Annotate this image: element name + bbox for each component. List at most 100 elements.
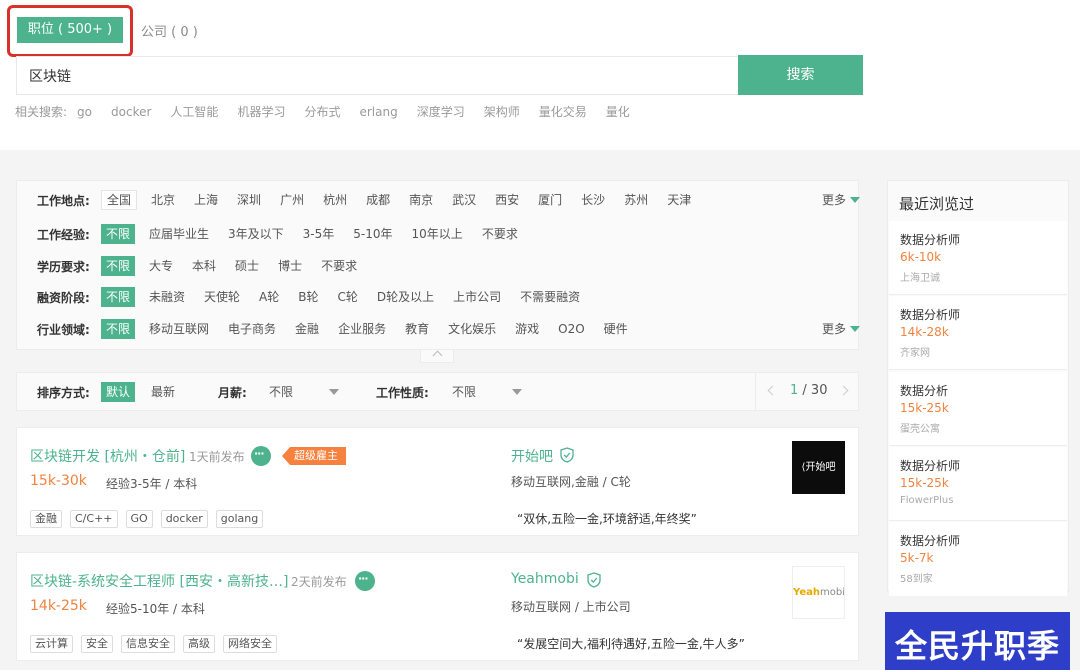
job-nature-select[interactable]: 不限 [452,382,522,402]
company-name[interactable]: Yeahmobi [511,571,579,587]
filter-option-selected[interactable]: 不限 [101,224,136,244]
salary-select[interactable]: 不限 [269,382,339,402]
related-link[interactable]: 量化交易 [539,105,587,119]
filter-option[interactable]: 本科 [187,256,221,276]
filter-option[interactable]: 深圳 [232,190,266,210]
related-link[interactable]: 架构师 [484,105,520,119]
filter-option[interactable]: 全国 [101,190,138,210]
search-input[interactable] [16,56,738,95]
more-button[interactable]: 更多 [822,190,861,210]
job-nature-label: 工作性质: [376,386,429,400]
recent-item[interactable]: 数据分析 15k-25k 蛋壳公寓 [889,372,1067,446]
filter-option[interactable]: 不要求 [477,224,523,244]
job-title[interactable]: 区块链-系统安全工程师 [西安・高新技…] [30,571,288,591]
company-name[interactable]: 开始吧 [511,446,553,466]
filter-option[interactable]: 大专 [144,256,178,276]
job-card[interactable]: 区块链开发 [杭州・仓前] 1天前发布 超级雇主 15k-30k 经验3-5年 … [16,427,859,536]
filter-option[interactable]: 硬件 [599,319,633,339]
tab-jobs[interactable]: 职位 ( 500+ ) [17,17,123,43]
company-logo[interactable]: Yeahmobi [792,566,845,619]
filter-option[interactable]: 厦门 [533,190,567,210]
filter-option[interactable]: 10年以上 [407,224,468,244]
filter-option[interactable]: 博士 [273,256,307,276]
company-logo[interactable]: ⟨开始吧 [792,441,845,494]
related-link[interactable]: 分布式 [304,105,340,119]
filter-option[interactable]: 应届毕业生 [144,224,214,244]
triangle-down-icon [850,326,861,332]
filter-option[interactable]: D轮及以上 [372,287,439,307]
filter-option[interactable]: 天使轮 [199,287,245,307]
filter-option[interactable]: 5-10年 [348,224,397,244]
related-link[interactable]: 机器学习 [237,105,285,119]
job-post-time: 1天前发布 [189,450,245,464]
related-link[interactable]: docker [111,105,151,119]
filter-option[interactable]: 不需要融资 [515,287,585,307]
chat-icon[interactable] [251,446,271,466]
filter-option-selected[interactable]: 不限 [101,287,136,307]
filter-option[interactable]: 苏州 [619,190,653,210]
filter-option[interactable]: 武汉 [447,190,481,210]
recent-item[interactable]: 数据分析师 14k-28k 齐家网 [889,296,1067,370]
recently-viewed-panel: 最近浏览过 数据分析师 6k-10k 上海卫诚 数据分析师 14k-28k 齐家网 数据… [887,180,1069,596]
filter-option[interactable]: 企业服务 [333,319,391,339]
related-link[interactable]: erlang [359,105,397,119]
filter-option[interactable]: A轮 [254,287,284,307]
filter-option[interactable]: 北京 [146,190,180,210]
related-link[interactable]: go [77,105,92,119]
promo-banner[interactable]: 全民升职季 [885,612,1070,670]
filter-option[interactable]: 3年及以下 [223,224,289,244]
related-link[interactable]: 量化 [606,105,630,119]
related-link[interactable]: 深度学习 [417,105,465,119]
recent-item[interactable]: 数据分析师 15k-25k FlowerPlus [889,447,1067,521]
filter-option[interactable]: 移动互联网 [144,319,214,339]
filter-option[interactable]: 杭州 [318,190,352,210]
filter-option[interactable]: 广州 [275,190,309,210]
filter-option[interactable]: 3-5年 [298,224,340,244]
filter-option[interactable]: B轮 [293,287,323,307]
filter-option[interactable]: 硕士 [230,256,264,276]
job-card[interactable]: 区块链-系统安全工程师 [西安・高新技…] 2天前发布 14k-25k 经验5-… [16,552,859,661]
filter-option[interactable]: 西安 [490,190,524,210]
search-button[interactable]: 搜索 [738,55,863,95]
filter-option[interactable]: 电子商务 [223,319,281,339]
filter-option[interactable]: C轮 [333,287,363,307]
filter-option[interactable]: O2O [553,319,590,339]
job-tags: 金融 C/C++ GO docker golang [30,510,271,528]
job-salary: 15k-30k [30,473,87,489]
more-button[interactable]: 更多 [822,319,861,339]
filter-option[interactable]: 上市公司 [448,287,506,307]
job-tag: 金融 [30,510,62,528]
filter-option[interactable]: 文化娱乐 [443,319,501,339]
filter-option[interactable]: 上海 [189,190,223,210]
chevron-right-icon[interactable] [838,385,849,396]
company-industry: 移动互联网,金融 / C轮 [511,475,631,489]
sort-default[interactable]: 默认 [101,382,136,402]
filter-option[interactable]: 长沙 [576,190,610,210]
job-requirement: 经验5-10年 / 本科 [106,602,205,616]
job-salary: 14k-25k [30,598,87,614]
filter-option-selected[interactable]: 不限 [101,256,136,276]
recent-item[interactable]: 数据分析师 5k-7k 58到家 [889,522,1067,596]
filter-option[interactable]: 金融 [290,319,324,339]
filter-option[interactable]: 未融资 [144,287,190,307]
filter-option[interactable]: 成都 [361,190,395,210]
collapse-filters-button[interactable] [420,350,454,363]
related-label: 相关搜索: [15,105,68,119]
sort-latest[interactable]: 最新 [146,382,180,402]
triangle-down-icon [329,389,339,395]
filter-option[interactable]: 游戏 [510,319,544,339]
filter-option[interactable]: 教育 [400,319,434,339]
job-title[interactable]: 区块链开发 [杭州・仓前] [30,446,185,466]
filter-option[interactable]: 不要求 [316,256,362,276]
highlight-box: 职位 ( 500+ ) [7,5,133,57]
filter-option-selected[interactable]: 不限 [101,319,136,339]
tab-companies[interactable]: 公司 ( 0 ) [141,21,198,40]
recent-item[interactable]: 数据分析师 6k-10k 上海卫诚 [889,221,1067,295]
related-link[interactable]: 人工智能 [170,105,218,119]
sort-bar: 排序方式: 默认 最新 月薪: 不限 工作性质: 不限 1 / 30 [16,372,859,411]
filter-option[interactable]: 天津 [662,190,696,210]
banner-text: 全民升职季 [895,627,1061,665]
chat-icon[interactable] [355,571,375,591]
filter-option[interactable]: 南京 [404,190,438,210]
chevron-left-icon[interactable] [767,385,778,396]
